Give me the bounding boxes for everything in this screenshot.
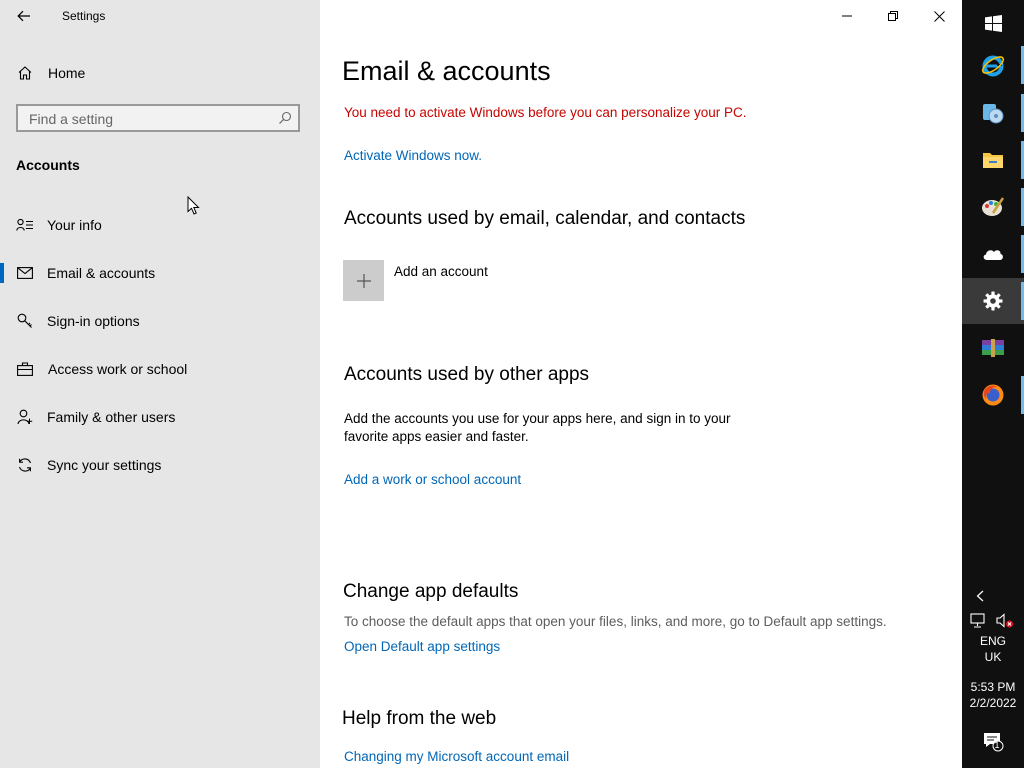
sidebar-item-home[interactable]: Home [0,53,320,93]
sidebar-item-your-info[interactable]: Your info [0,205,320,245]
person-card-icon [16,216,34,234]
minimize-button[interactable] [824,0,870,32]
sidebar-item-label: Access work or school [48,361,188,377]
volume-muted-icon [996,613,1013,628]
show-hidden-icons-button[interactable] [962,586,998,606]
other-apps-description-line: favorite apps easier and faster. [344,429,529,444]
restore-icon [888,11,898,21]
back-button[interactable] [14,6,34,26]
activate-windows-link[interactable]: Activate Windows now. [344,148,482,163]
action-center-button[interactable]: 1 [980,728,1006,754]
other-apps-description: Add the accounts you use for your apps h… [344,410,731,446]
media-player-icon [983,104,1004,124]
mail-icon [16,264,34,282]
sidebar-item-label: Your info [47,217,102,233]
add-account-button[interactable]: Add an account [343,260,488,301]
sidebar-item-label: Home [48,65,86,81]
start-button[interactable] [962,0,1024,46]
close-icon [933,10,945,22]
sidebar-item-email-accounts[interactable]: Email & accounts [0,253,320,293]
arrow-left-icon [17,10,30,22]
other-apps-description-line: Add the accounts you use for your apps h… [344,411,731,426]
clock-date: 2/2/2022 [969,696,1017,710]
taskbar-media-player[interactable] [962,90,1024,136]
help-from-web-heading: Help from the web [342,708,497,729]
plus-icon [356,273,371,288]
taskbar: ENG UK 5:53 PM 2/2/2022 1 [962,0,1024,768]
settings-icon [983,291,1003,311]
network-icon [970,613,985,628]
sidebar-item-label: Family & other users [47,409,176,425]
close-button[interactable] [916,0,962,32]
default-app-settings-link[interactable]: Open Default app settings [344,639,500,654]
sidebar-item-label: Sync your settings [47,457,162,473]
keyboard-layout: UK [984,650,1002,664]
search-icon [278,111,292,125]
sidebar-item-family-users[interactable]: Family & other users [0,397,320,437]
page-title: Email & accounts [342,56,551,86]
mouse-cursor-icon [187,196,200,215]
sidebar-item-sign-in-options[interactable]: Sign-in options [0,301,320,341]
sync-icon [16,456,34,474]
search-box[interactable] [16,104,300,132]
network-tray-button[interactable] [968,611,990,631]
notification-count: 1 [994,740,1000,750]
section-heading: Accounts [16,157,80,173]
language-code: ENG [979,634,1006,648]
minimize-icon [842,15,852,17]
sidebar-item-label: Email & accounts [47,265,156,281]
other-apps-heading: Accounts used by other apps [344,364,590,385]
paint-icon [982,197,1005,216]
taskbar-firefox[interactable] [962,372,1024,418]
taskbar-winrar[interactable] [962,325,1024,371]
key-icon [16,312,34,330]
email-accounts-heading: Accounts used by email, calendar, and co… [344,208,746,229]
start-icon [984,14,1002,32]
internet-explorer-icon [981,55,1005,77]
app-defaults-description: To choose the default apps that open you… [344,614,887,629]
taskbar-onedrive[interactable] [962,231,1024,277]
search-input[interactable] [27,110,271,128]
home-icon [16,64,34,82]
chevron-left-icon [976,590,984,602]
language-indicator[interactable]: ENG UK [962,633,1024,665]
change-account-email-link[interactable]: Changing my Microsoft account email [344,749,569,764]
briefcase-icon [16,360,34,378]
winrar-icon [982,339,1004,357]
sidebar-item-access-work[interactable]: Access work or school [0,349,320,389]
taskbar-internet-explorer[interactable] [962,42,1024,88]
clock-time: 5:53 PM [970,680,1016,694]
sidebar-item-sync-settings[interactable]: Sync your settings [0,445,320,485]
settings-sidebar: Settings Home Accounts Your info Email &… [0,0,320,768]
volume-tray-button[interactable] [994,611,1016,631]
onedrive-icon [983,250,1003,260]
add-work-school-account-link[interactable]: Add a work or school account [344,472,521,487]
file-explorer-icon [983,153,1003,168]
add-account-label: Add an account [394,264,488,279]
taskbar-paint[interactable] [962,184,1024,230]
add-account-tile [343,260,384,301]
clock[interactable]: 5:53 PM 2/2/2022 [962,679,1024,711]
window-title: Settings [62,9,106,23]
sidebar-item-label: Sign-in options [47,313,140,329]
taskbar-file-explorer[interactable] [962,137,1024,183]
restore-button[interactable] [870,0,916,32]
taskbar-settings[interactable] [962,278,1024,324]
activation-warning: You need to activate Windows before you … [344,105,747,120]
change-app-defaults-heading: Change app defaults [343,581,519,602]
person-add-icon [16,408,34,426]
firefox-icon [982,384,1004,406]
